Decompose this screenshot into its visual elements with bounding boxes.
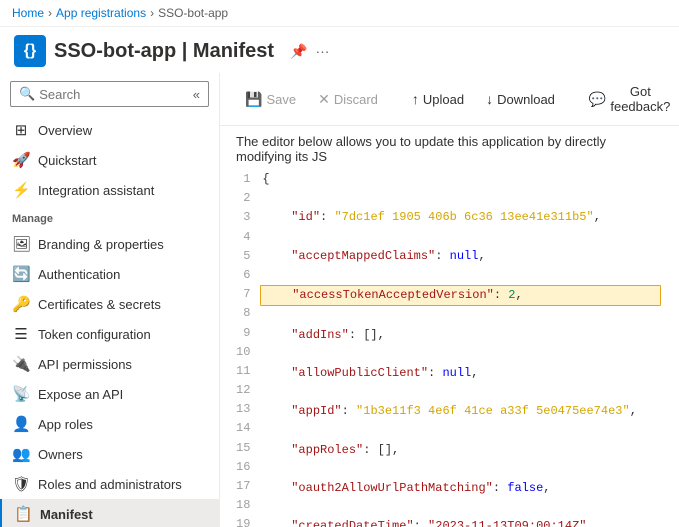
sidebar-item-overview-label: Overview (38, 123, 92, 138)
sidebar-item-app-roles-label: App roles (38, 417, 93, 432)
download-icon: ↓ (486, 91, 493, 107)
expose-api-icon: 📡 (12, 385, 30, 403)
sidebar-item-expose-api-label: Expose an API (38, 387, 123, 402)
app-roles-icon: 👤 (12, 415, 30, 433)
sidebar-item-token[interactable]: ☰ Token configuration (0, 319, 219, 349)
more-options-icon[interactable]: ··· (315, 43, 329, 59)
line-numbers: 12345 678910 1112131415 1617181920 21 (236, 170, 262, 519)
token-icon: ☰ (12, 325, 30, 343)
description-text: The editor below allows you to update th… (220, 126, 679, 170)
sidebar-item-branding[interactable]: 🖼 Branding & properties (0, 229, 219, 259)
api-permissions-icon: 🔌 (12, 355, 30, 373)
integration-icon: ⚡ (12, 181, 30, 199)
sidebar-item-certificates-label: Certificates & secrets (38, 297, 161, 312)
save-button[interactable]: 💾 Save (236, 86, 305, 113)
save-icon: 💾 (245, 91, 262, 108)
upload-button[interactable]: ↑ Upload (403, 86, 473, 112)
sidebar-item-quickstart-label: Quickstart (38, 153, 97, 168)
quickstart-icon: 🚀 (12, 151, 30, 169)
code-content: { "id": "7dc1ef 1905 406b 6c36 13ee41e31… (262, 170, 663, 519)
breadcrumb-sep2: › (150, 6, 154, 20)
sidebar-item-quickstart[interactable]: 🚀 Quickstart (0, 145, 219, 175)
download-button[interactable]: ↓ Download (477, 86, 564, 112)
sidebar: 🔍 « ⊞ Overview 🚀 Quickstart ⚡ Integratio… (0, 73, 220, 527)
app-icon: {} (14, 35, 46, 67)
manifest-icon: 📋 (14, 505, 32, 523)
sidebar-item-owners[interactable]: 👥 Owners (0, 439, 219, 469)
main-layout: 🔍 « ⊞ Overview 🚀 Quickstart ⚡ Integratio… (0, 73, 679, 527)
feedback-icon: 💬 (589, 91, 606, 108)
search-input[interactable] (39, 87, 193, 102)
sidebar-item-certificates[interactable]: 🔑 Certificates & secrets (0, 289, 219, 319)
roles-admins-icon: 🛡 (12, 475, 30, 493)
sidebar-item-api-permissions[interactable]: 🔌 API permissions (0, 349, 219, 379)
sidebar-item-app-roles[interactable]: 👤 App roles (0, 409, 219, 439)
code-editor[interactable]: 12345 678910 1112131415 1617181920 21 { … (220, 170, 679, 527)
sidebar-item-integration[interactable]: ⚡ Integration assistant (0, 175, 219, 205)
breadcrumb-sep1: › (48, 6, 52, 20)
content-area: 💾 Save ✕ Discard ↑ Upload ↓ Download 💬 G… (220, 73, 679, 527)
collapse-sidebar-icon[interactable]: « (193, 87, 200, 102)
breadcrumb-home[interactable]: Home (12, 6, 44, 20)
sidebar-item-integration-label: Integration assistant (38, 183, 154, 198)
owners-icon: 👥 (12, 445, 30, 463)
toolbar: 💾 Save ✕ Discard ↑ Upload ↓ Download 💬 G… (220, 73, 679, 126)
manage-section-label: Manage (0, 205, 219, 229)
search-box[interactable]: 🔍 « (10, 81, 209, 107)
sidebar-item-overview[interactable]: ⊞ Overview (0, 115, 219, 145)
discard-button[interactable]: ✕ Discard (309, 86, 387, 113)
pin-icon[interactable]: 📌 (290, 43, 307, 60)
sidebar-item-roles-admins[interactable]: 🛡 Roles and administrators (0, 469, 219, 499)
header-actions: 📌 ··· (290, 43, 329, 60)
certificates-icon: 🔑 (12, 295, 30, 313)
breadcrumb-current: SSO-bot-app (158, 6, 228, 20)
breadcrumb-app-registrations[interactable]: App registrations (56, 6, 146, 20)
upload-icon: ↑ (412, 91, 419, 107)
sidebar-item-token-label: Token configuration (38, 327, 151, 342)
sidebar-item-authentication[interactable]: 🔄 Authentication (0, 259, 219, 289)
discard-icon: ✕ (318, 91, 330, 108)
sidebar-item-api-permissions-label: API permissions (38, 357, 132, 372)
page-header: {} SSO-bot-app | Manifest 📌 ··· (0, 27, 679, 73)
overview-icon: ⊞ (12, 121, 30, 139)
sidebar-item-manifest[interactable]: 📋 Manifest (0, 499, 219, 527)
authentication-icon: 🔄 (12, 265, 30, 283)
feedback-button[interactable]: 💬 Got feedback? (580, 79, 679, 119)
sidebar-item-owners-label: Owners (38, 447, 83, 462)
branding-icon: 🖼 (12, 235, 30, 253)
breadcrumb: Home › App registrations › SSO-bot-app (0, 0, 679, 27)
sidebar-item-expose-api[interactable]: 📡 Expose an API (0, 379, 219, 409)
sidebar-item-manifest-label: Manifest (40, 507, 93, 522)
sidebar-item-roles-admins-label: Roles and administrators (38, 477, 182, 492)
page-title: SSO-bot-app | Manifest (54, 40, 274, 63)
search-icon: 🔍 (19, 86, 35, 102)
sidebar-item-authentication-label: Authentication (38, 267, 120, 282)
sidebar-item-branding-label: Branding & properties (38, 237, 164, 252)
